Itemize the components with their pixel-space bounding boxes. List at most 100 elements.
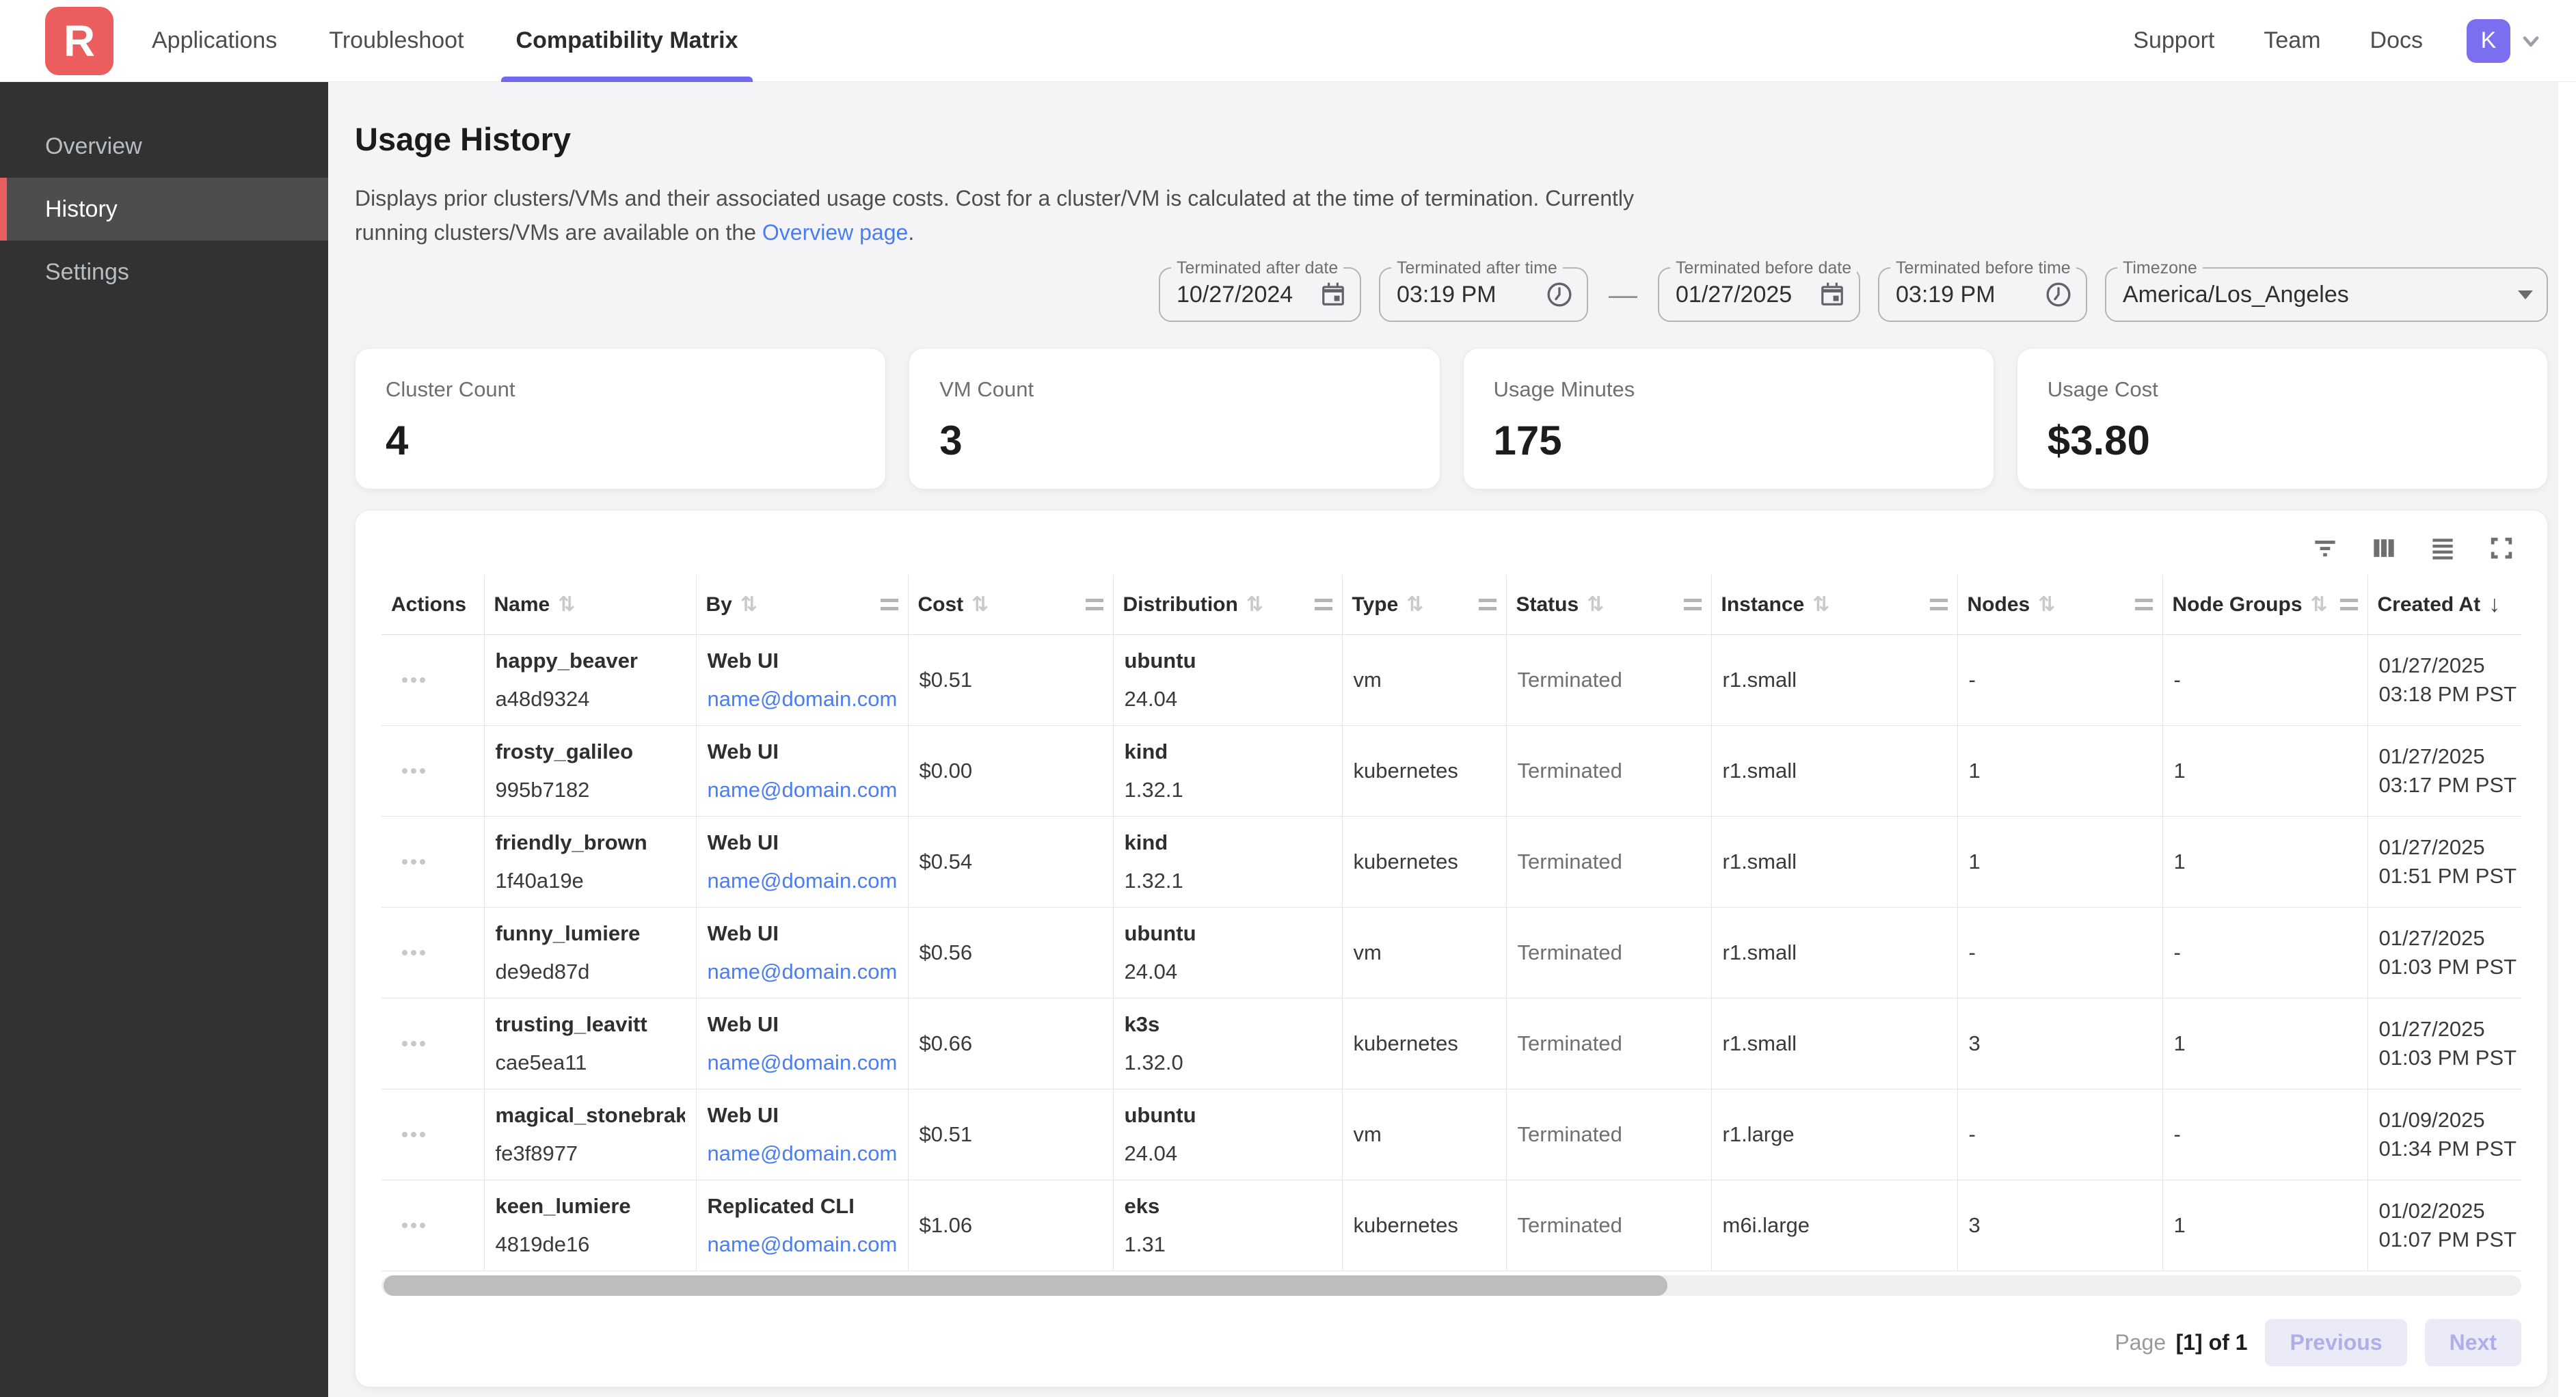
- cost-cell: $0.56: [908, 908, 1113, 999]
- sorted-descending-icon[interactable]: ↓: [2488, 591, 2500, 618]
- row-actions-button[interactable]: [392, 950, 425, 955]
- column-header[interactable]: Name ⇅: [484, 575, 696, 635]
- nodes-cell: 1: [1957, 726, 2162, 817]
- column-header-label: Instance: [1721, 593, 1805, 616]
- next-page-button[interactable]: Next: [2425, 1319, 2521, 1366]
- distribution-name: k3s: [1125, 1012, 1331, 1037]
- type-cell: vm: [1342, 1089, 1506, 1180]
- sidebar-item[interactable]: Overview: [0, 115, 328, 178]
- density-icon[interactable]: [2427, 532, 2458, 564]
- topnav-item[interactable]: Troubleshoot: [314, 0, 479, 82]
- clock-icon[interactable]: [1546, 281, 1573, 308]
- topnav-item[interactable]: Applications: [137, 0, 292, 82]
- status-cell: Terminated: [1506, 726, 1711, 817]
- column-drag-handle-icon[interactable]: [1086, 599, 1103, 610]
- cluster-name: keen_lumiere: [496, 1194, 685, 1219]
- topnav-item[interactable]: Compatibility Matrix: [501, 0, 753, 82]
- cost-cell: $0.51: [908, 635, 1113, 726]
- column-header[interactable]: Cost ⇅: [908, 575, 1113, 635]
- replicated-logo[interactable]: R: [45, 7, 113, 75]
- created-by-email-link[interactable]: name@domain.com: [708, 687, 898, 711]
- row-actions-button[interactable]: [392, 1041, 425, 1046]
- previous-page-button[interactable]: Previous: [2265, 1319, 2406, 1366]
- dropdown-arrow-icon[interactable]: [2518, 290, 2533, 299]
- row-actions-button[interactable]: [392, 1132, 425, 1137]
- page-word: Page: [2115, 1330, 2166, 1355]
- calendar-icon[interactable]: [1320, 282, 1346, 308]
- created-at-time: 01:34 PM PST: [2379, 1135, 2511, 1163]
- user-avatar[interactable]: K: [2467, 19, 2510, 63]
- created-by-email-link[interactable]: name@domain.com: [708, 869, 898, 893]
- terminated-before-time-field[interactable]: Terminated before time 03:19 PM: [1878, 267, 2087, 322]
- page-vertical-scrollbar[interactable]: [2558, 82, 2576, 1397]
- terminated-before-date-field[interactable]: Terminated before date 01/27/2025: [1658, 267, 1860, 322]
- clock-icon[interactable]: [2045, 281, 2072, 308]
- row-actions-button[interactable]: [392, 859, 425, 865]
- column-drag-handle-icon[interactable]: [1684, 599, 1702, 610]
- column-header[interactable]: Distribution ⇅: [1113, 575, 1342, 635]
- column-header[interactable]: Type ⇅: [1342, 575, 1506, 635]
- sort-icon[interactable]: ⇅: [1812, 593, 1829, 616]
- column-drag-handle-icon[interactable]: [2135, 599, 2153, 610]
- node-groups-cell: -: [2162, 1089, 2367, 1180]
- overview-page-link[interactable]: Overview page: [762, 220, 908, 245]
- stat-label: VM Count: [939, 377, 1409, 402]
- column-header[interactable]: Node Groups ⇅: [2162, 575, 2367, 635]
- filter-icon[interactable]: [2309, 532, 2341, 564]
- created-by-email-link[interactable]: name@domain.com: [708, 960, 898, 984]
- column-drag-handle-icon[interactable]: [2340, 599, 2358, 610]
- sort-icon[interactable]: ⇅: [1406, 593, 1423, 616]
- terminated-after-time-field[interactable]: Terminated after time 03:19 PM: [1379, 267, 1588, 322]
- sort-icon[interactable]: ⇅: [2038, 593, 2055, 616]
- topnav-link[interactable]: Support: [2118, 0, 2229, 82]
- type-cell: kubernetes: [1342, 1180, 1506, 1271]
- created-by-email-link[interactable]: name@domain.com: [708, 1050, 898, 1075]
- column-header[interactable]: By ⇅: [696, 575, 908, 635]
- timezone-select[interactable]: Timezone America/Los_Angeles: [2105, 267, 2548, 322]
- row-actions-button[interactable]: [392, 1223, 425, 1228]
- sort-icon[interactable]: ⇅: [971, 593, 989, 616]
- row-actions-button[interactable]: [392, 677, 425, 683]
- topnav-link[interactable]: Team: [2249, 0, 2335, 82]
- column-header[interactable]: Actions: [381, 575, 484, 635]
- sort-icon[interactable]: ⇅: [1246, 593, 1263, 616]
- sort-icon[interactable]: ⇅: [2311, 593, 2328, 616]
- sidebar-item[interactable]: Settings: [0, 241, 328, 303]
- column-drag-handle-icon[interactable]: [881, 599, 898, 610]
- calendar-icon[interactable]: [1819, 282, 1845, 308]
- created-by-email-link[interactable]: name@domain.com: [708, 1141, 898, 1166]
- created-at-time: 03:18 PM PST: [2379, 680, 2511, 709]
- column-drag-handle-icon[interactable]: [1930, 599, 1948, 610]
- distribution-version: 1.31: [1125, 1232, 1331, 1257]
- sort-icon[interactable]: ⇅: [558, 593, 575, 616]
- topnav-link[interactable]: Docs: [2355, 0, 2438, 82]
- field-label: Terminated before date: [1670, 258, 1857, 278]
- created-by-email-link[interactable]: name@domain.com: [708, 778, 898, 802]
- column-header[interactable]: Status ⇅: [1506, 575, 1711, 635]
- table-toolbar: [381, 520, 2521, 575]
- filter-bar: Terminated after date 10/27/2024 Termina…: [355, 267, 2548, 322]
- column-header[interactable]: Instance ⇅: [1711, 575, 1957, 635]
- sort-icon[interactable]: ⇅: [740, 593, 757, 616]
- column-drag-handle-icon[interactable]: [1479, 599, 1497, 610]
- fullscreen-icon[interactable]: [2486, 532, 2517, 564]
- node-groups-cell: -: [2162, 908, 2367, 999]
- created-by-email-link[interactable]: name@domain.com: [708, 1232, 898, 1257]
- row-actions-button[interactable]: [392, 768, 425, 774]
- chevron-down-icon[interactable]: [2519, 29, 2543, 53]
- column-drag-handle-icon[interactable]: [1315, 599, 1332, 610]
- terminated-after-date-field[interactable]: Terminated after date 10/27/2024: [1159, 267, 1361, 322]
- column-header[interactable]: Nodes ⇅: [1957, 575, 2162, 635]
- column-header[interactable]: Created At ↓: [2367, 575, 2521, 635]
- description-text: Displays prior clusters/VMs and their as…: [355, 186, 1634, 245]
- column-header-label: Node Groups: [2173, 593, 2303, 616]
- scrollbar-thumb[interactable]: [384, 1275, 1667, 1296]
- show-hide-columns-icon[interactable]: [2368, 532, 2400, 564]
- status-cell: Terminated: [1506, 817, 1711, 908]
- sidebar-item-label: Settings: [45, 259, 129, 286]
- table-row: frosty_galileo 995b7182 Web UI name@doma…: [381, 726, 2521, 817]
- sidebar-item[interactable]: History: [0, 178, 328, 241]
- sort-icon[interactable]: ⇅: [1587, 593, 1604, 616]
- horizontal-scrollbar[interactable]: [381, 1275, 2521, 1296]
- created-at-date: 01/27/2025: [2379, 1015, 2511, 1044]
